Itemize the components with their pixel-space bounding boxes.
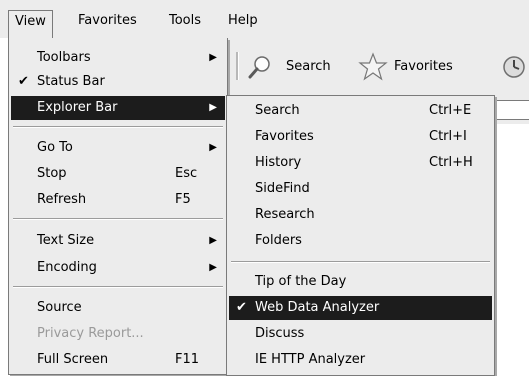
submenu-arrow-icon: ▶ (209, 235, 217, 246)
menu-item-explorer-bar[interactable]: Explorer Bar ▶ (11, 96, 225, 120)
menu-separator (13, 286, 223, 288)
menu-item-label: Go To (37, 140, 73, 155)
menu-item-shortcut: F5 (175, 192, 191, 207)
menu-separator (13, 218, 223, 220)
menu-item-label: Refresh (37, 192, 87, 207)
submenu-item-history[interactable]: History Ctrl+H (229, 151, 492, 175)
menu-item-shortcut: Esc (175, 166, 198, 181)
submenu-item-tip-of-the-day[interactable]: Tip of the Day (229, 270, 492, 294)
menu-favorites[interactable]: Favorites (72, 11, 143, 31)
menu-item-shortcut: Ctrl+I (429, 129, 467, 144)
history-button[interactable] (501, 54, 529, 80)
check-icon: ✔ (236, 300, 247, 315)
menu-item-label: Search (255, 103, 300, 118)
menu-help[interactable]: Help (222, 11, 264, 31)
menu-item-label: Stop (37, 166, 67, 181)
menu-item-label: Text Size (37, 233, 95, 248)
menu-item-shortcut: Ctrl+H (429, 155, 473, 170)
menu-item-stop[interactable]: Stop Esc (11, 162, 225, 186)
submenu-item-ie-http-analyzer[interactable]: IE HTTP Analyzer (229, 348, 492, 372)
submenu-arrow-icon: ▶ (209, 102, 217, 113)
search-button[interactable]: Search (248, 54, 342, 80)
menu-item-label: Explorer Bar (37, 100, 118, 115)
menu-item-refresh[interactable]: Refresh F5 (11, 188, 225, 212)
menu-item-status-bar[interactable]: ✔ Status Bar (11, 70, 225, 94)
menu-item-label: Web Data Analyzer (255, 300, 380, 315)
toolbar: Search Favorites (226, 38, 529, 94)
menu-item-label: History (255, 155, 302, 170)
submenu-item-search[interactable]: Search Ctrl+E (229, 99, 492, 123)
menu-item-label: Favorites (255, 129, 314, 144)
submenu-item-research[interactable]: Research (229, 203, 492, 227)
menu-item-privacy-report: Privacy Report... (11, 322, 225, 346)
menu-view[interactable]: View (8, 10, 53, 39)
history-icon (501, 54, 527, 80)
menu-item-toolbars[interactable]: Toolbars ▶ (11, 46, 225, 70)
check-icon: ✔ (18, 74, 29, 89)
submenu-arrow-icon: ▶ (209, 262, 217, 273)
menu-item-full-screen[interactable]: Full Screen F11 (11, 348, 225, 372)
submenu-item-sidefind[interactable]: SideFind (229, 177, 492, 201)
menu-item-label: Encoding (37, 260, 97, 275)
menu-item-label: IE HTTP Analyzer (255, 352, 366, 367)
menu-item-label: Status Bar (37, 74, 105, 89)
submenu-arrow-icon: ▶ (209, 142, 217, 153)
menu-separator (13, 126, 223, 128)
menu-item-label: Privacy Report... (37, 326, 144, 341)
favorites-button[interactable]: Favorites (358, 52, 478, 82)
menu-item-label: SideFind (255, 181, 310, 196)
menu-item-label: Discuss (255, 326, 305, 341)
menu-item-encoding[interactable]: Encoding ▶ (11, 256, 225, 280)
view-menu: Toolbars ▶ ✔ Status Bar Explorer Bar ▶ G… (8, 38, 228, 375)
search-button-label: Search (286, 59, 331, 74)
toolbar-grip (236, 52, 239, 80)
submenu-item-web-data-analyzer[interactable]: ✔ Web Data Analyzer (229, 296, 492, 320)
menu-separator (231, 261, 490, 263)
menu-item-label: Source (37, 300, 82, 315)
menu-item-label: Tip of the Day (255, 274, 347, 289)
menu-item-label: Full Screen (37, 352, 109, 367)
menu-bar: View Favorites Tools Help (0, 0, 529, 39)
submenu-item-favorites[interactable]: Favorites Ctrl+I (229, 125, 492, 149)
submenu-item-folders[interactable]: Folders (229, 229, 492, 253)
explorer-bar-submenu: Search Ctrl+E Favorites Ctrl+I History C… (226, 95, 495, 376)
search-icon (248, 55, 272, 79)
menu-item-label: Research (255, 207, 315, 222)
menu-item-shortcut: F11 (175, 352, 200, 367)
favorites-button-label: Favorites (394, 59, 453, 74)
menu-item-label: Folders (255, 233, 302, 248)
menu-tools[interactable]: Tools (163, 11, 207, 31)
menu-item-shortcut: Ctrl+E (429, 103, 472, 118)
star-icon (358, 52, 388, 82)
submenu-arrow-icon: ▶ (209, 52, 217, 63)
submenu-item-discuss[interactable]: Discuss (229, 322, 492, 346)
menu-item-label: Toolbars (37, 50, 91, 65)
menu-item-source[interactable]: Source (11, 296, 225, 320)
menu-item-text-size[interactable]: Text Size ▶ (11, 229, 225, 253)
menu-item-go-to[interactable]: Go To ▶ (11, 136, 225, 160)
